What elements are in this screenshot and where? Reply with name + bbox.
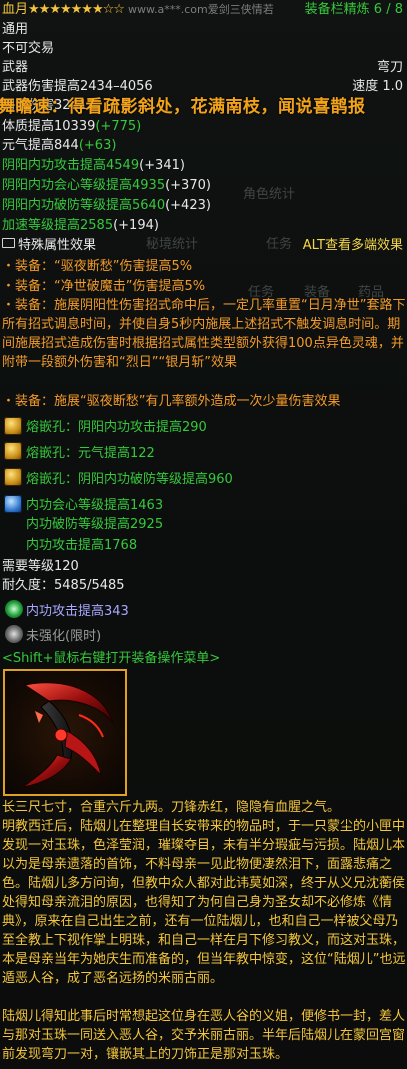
- weapon-image: [3, 669, 127, 796]
- required-level: 需要等级120: [2, 559, 79, 574]
- attr-yinyang-attack: 阴阳内功攻击提高4549(+341): [2, 158, 185, 173]
- desc-paragraph-1: 长三尺七寸，合重六斤九两。刀锋赤红，隐隐有血腥之气。: [2, 800, 341, 815]
- not-strengthened-icon: [5, 625, 23, 643]
- scythe-blade-icon: [22, 682, 114, 788]
- special-effects-title: 特殊属性效果: [18, 238, 97, 253]
- special-effect-4: ・装备：施展“驱夜断愁”有几率额外造成一次少量伤害效果: [2, 394, 341, 409]
- enchant-2: 内功破防等级提高2925: [26, 517, 164, 532]
- not-strengthened-label: 未强化(限时): [26, 629, 102, 644]
- durability: 耐久度：5485/5485: [2, 578, 125, 593]
- enchant-3: 内功攻击提高1768: [26, 538, 138, 553]
- special-effects-header: 特殊属性效果 ALT查看多端效果: [2, 237, 405, 254]
- attr-yinyang-pierce: 阴阳内功破防等级提高5640(+423): [2, 198, 211, 213]
- enchant-1: 内功会心等级提高1463: [26, 498, 164, 513]
- shift-hint: <Shift+鼠标右键打开装备操作菜单>: [2, 651, 221, 666]
- gem-icon: [4, 442, 22, 460]
- scrolling-poem-overlay: 舞瞻速：得看疏影斜处，花满南枝，闻说喜鹊报: [0, 97, 366, 117]
- trade-label: 不可交易: [2, 41, 55, 56]
- special-effect-3: ・装备：施展阴阳性伤害招式命中后，一定几率重置“日月净世”套路下所有招式调息时间…: [2, 298, 406, 370]
- weapon-speed: 速度 1.0: [352, 79, 403, 94]
- weapon-damage: 武器伤害提高2434–4056: [2, 79, 153, 94]
- item-name: 血月: [2, 2, 29, 17]
- star-rating: ★★★★★★★☆☆: [28, 2, 125, 17]
- item-type: 武器: [2, 60, 29, 75]
- monitor-icon: [2, 238, 15, 248]
- item-header: 血月★★★★★★★☆☆ www.a***.com爱剑三侠情若 装备栏精炼 6 /…: [2, 1, 405, 18]
- special-effect-1: ・装备：“驱夜断愁”伤害提高5%: [2, 259, 193, 274]
- gem-icon: [4, 468, 22, 486]
- attr-haste: 加速等级提高2585(+194): [2, 218, 159, 233]
- alt-hint: ALT查看多端效果: [302, 238, 403, 253]
- enhance-effect: 内功攻击提高343: [26, 604, 129, 619]
- special-effect-2: ・装备：“净世破魔击”伤害提高5%: [2, 279, 206, 294]
- attr-yinyang-crit: 阴阳内功会心等级提高4935(+370): [2, 178, 211, 193]
- damage-row: 武器伤害提高2434–4056 速度 1.0: [2, 78, 405, 95]
- inlay-slot-2: 熔嵌孔：元气提高122: [26, 446, 155, 461]
- inlay-slot-1: 熔嵌孔：阴阳内功攻击提高290: [26, 420, 207, 435]
- attr-constitution: 体质提高10339(+775): [2, 119, 142, 134]
- usage-label: 通用: [2, 22, 29, 37]
- gem-icon: [4, 417, 22, 435]
- item-subtype: 弯刀: [376, 60, 403, 75]
- item-type-row: 武器 弯刀: [2, 59, 405, 76]
- enhance-icon: [5, 600, 23, 618]
- desc-paragraph-2: 明教西迁后，陆烟儿在整理自长安带来的物品时，于一只蒙尘的小匣中发现一对玉珠，色泽…: [2, 819, 406, 986]
- attr-vitality: 元气提高844(+63): [2, 138, 117, 153]
- enchant-icon: [4, 495, 22, 513]
- item-tooltip: 角色统计 秘境统计 任务 任务 装备 药品 血月★★★★★★★☆☆ www.a*…: [0, 0, 407, 1069]
- watermark: www.a***.com爱剑三侠情若: [128, 3, 274, 16]
- refine-level: 装备栏精炼 6 / 8: [304, 2, 403, 17]
- desc-paragraph-3: 陆烟儿得知此事后时常想起这位身在恶人谷的义姐，便修书一封，差人与那对玉珠一同送入…: [2, 1009, 406, 1062]
- inlay-slot-3: 熔嵌孔：阴阳内功破防等级提高960: [26, 472, 233, 487]
